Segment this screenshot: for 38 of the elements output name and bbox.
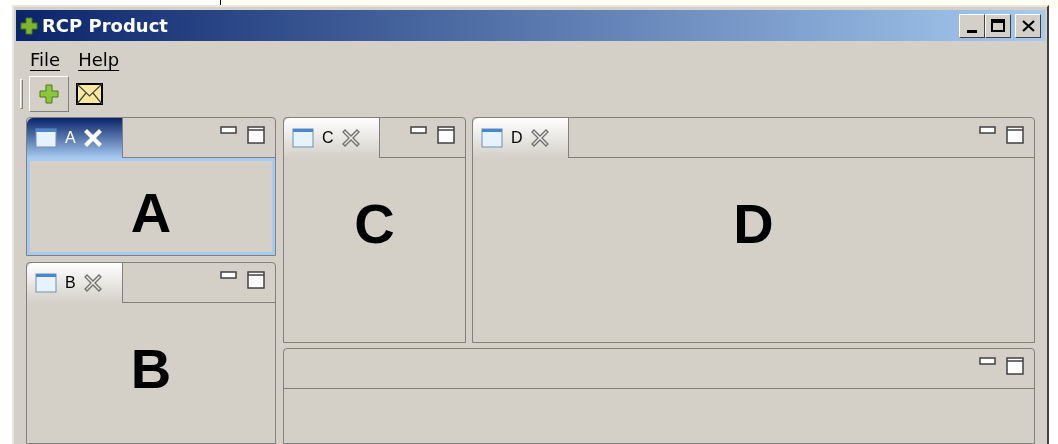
menu-item[interactable]: File [26,45,65,73]
window-icon [35,273,57,293]
close-icon[interactable] [341,129,360,147]
view-tab[interactable]: B [27,263,123,303]
close-icon[interactable] [530,129,549,147]
minimize-icon[interactable] [220,271,237,279]
add-button[interactable] [29,76,69,112]
view-tab[interactable]: C [284,118,380,158]
minimize-icon[interactable] [220,126,237,134]
minimize-icon[interactable] [979,126,996,134]
window-icon [481,128,503,148]
view-content-letter: A [130,185,172,241]
envelope-icon [75,83,103,105]
window-icon [35,128,57,148]
minimize-icon[interactable] [979,357,996,365]
view-content-letter: B [130,341,172,397]
minimize-icon [967,29,977,33]
maximize-icon[interactable] [247,126,265,144]
view-tab[interactable]: A [27,118,123,158]
maximize-button[interactable] [985,13,1011,38]
minimize-icon[interactable] [410,126,427,134]
maximize-icon [991,19,1005,32]
plus-icon [39,84,59,104]
view-tab[interactable]: D [473,118,569,158]
maximize-icon[interactable] [247,271,265,289]
view-content-letter: D [733,196,774,252]
maximize-icon[interactable] [1006,126,1024,144]
window-icon [292,128,314,148]
close-icon [1021,19,1035,32]
menu-item[interactable]: Help [74,45,124,73]
minimize-button[interactable] [959,13,985,38]
close-button[interactable] [1015,13,1041,38]
maximize-icon[interactable] [437,126,455,144]
window-title: RCP Product [42,14,168,38]
maximize-icon[interactable] [1006,357,1024,375]
plus-icon [20,16,38,35]
view-content-letter: C [354,196,395,252]
close-icon[interactable] [83,274,102,292]
